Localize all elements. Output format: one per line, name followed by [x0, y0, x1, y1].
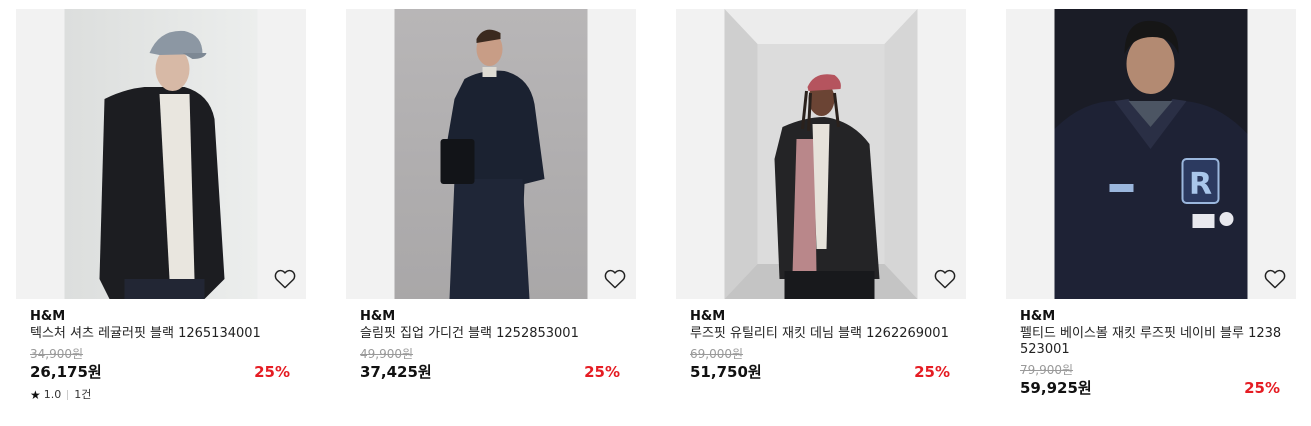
product-name[interactable]: 슬림핏 집업 가디건 블랙 1252853001 [360, 326, 622, 342]
sale-price: 51,750원 [690, 363, 762, 381]
sale-price: 59,925원 [1020, 379, 1092, 397]
star-icon: ★ [30, 388, 41, 402]
svg-text:R: R [1189, 167, 1212, 202]
product-image-container[interactable] [676, 9, 966, 299]
brand-name[interactable]: H&M [30, 309, 292, 325]
product-photo[interactable] [394, 9, 588, 299]
product-photo[interactable] [64, 9, 258, 299]
product-photo[interactable]: R [1054, 9, 1248, 299]
discount-rate: 25% [1244, 379, 1280, 397]
wishlist-heart-icon[interactable] [604, 269, 626, 289]
product-card[interactable]: H&M 슬림핏 집업 가디건 블랙 1252853001 49,900원 37,… [346, 9, 636, 382]
original-price: 49,900원 [360, 347, 414, 361]
sale-price: 37,425원 [360, 363, 432, 381]
product-image-container[interactable]: R [1006, 9, 1296, 299]
price-row: 37,425원 25% [360, 362, 622, 382]
product-info: H&M 슬림핏 집업 가디건 블랙 1252853001 49,900원 37,… [346, 299, 636, 382]
review-count: 1건 [74, 388, 92, 401]
product-name[interactable]: 텍스처 셔츠 레귤러핏 블랙 1265134001 [30, 326, 292, 342]
original-price: 34,900원 [30, 347, 84, 361]
original-price: 79,900원 [1020, 363, 1074, 377]
brand-name[interactable]: H&M [690, 309, 952, 325]
divider [67, 390, 69, 400]
price-row: 26,175원 25% [30, 362, 292, 382]
wishlist-heart-icon[interactable] [274, 269, 296, 289]
sale-price: 26,175원 [30, 363, 102, 381]
discount-rate: 25% [584, 363, 620, 381]
product-info: H&M 텍스처 셔츠 레귤러핏 블랙 1265134001 34,900원 26… [16, 299, 306, 402]
price-row: 51,750원 25% [690, 362, 952, 382]
product-image-container[interactable] [346, 9, 636, 299]
product-info: H&M 펠티드 베이스볼 재킷 루즈핏 네이비 블루 1238523001 79… [1006, 299, 1296, 398]
product-photo[interactable] [724, 9, 918, 299]
product-card[interactable]: H&M 루즈핏 유틸리티 재킷 데님 블랙 1262269001 69,000원… [676, 9, 966, 382]
discount-rate: 25% [254, 363, 290, 381]
discount-rate: 25% [914, 363, 950, 381]
product-info: H&M 루즈핏 유틸리티 재킷 데님 블랙 1262269001 69,000원… [676, 299, 966, 382]
product-name[interactable]: 루즈핏 유틸리티 재킷 데님 블랙 1262269001 [690, 326, 952, 342]
product-card[interactable]: R H&M 펠티드 베이스볼 재킷 루즈핏 네이비 블루 1238523001 … [1006, 9, 1296, 398]
brand-name[interactable]: H&M [1020, 309, 1282, 325]
product-card[interactable]: H&M 텍스처 셔츠 레귤러핏 블랙 1265134001 34,900원 26… [16, 9, 306, 402]
rating-row: ★ 1.0 1건 [30, 388, 292, 402]
wishlist-heart-icon[interactable] [934, 269, 956, 289]
product-image-container[interactable] [16, 9, 306, 299]
original-price: 69,000원 [690, 347, 744, 361]
rating-value: 1.0 [43, 388, 62, 401]
price-row: 59,925원 25% [1020, 378, 1282, 398]
wishlist-heart-icon[interactable] [1264, 269, 1286, 289]
brand-name[interactable]: H&M [360, 309, 622, 325]
product-name[interactable]: 펠티드 베이스볼 재킷 루즈핏 네이비 블루 1238523001 [1020, 326, 1282, 358]
